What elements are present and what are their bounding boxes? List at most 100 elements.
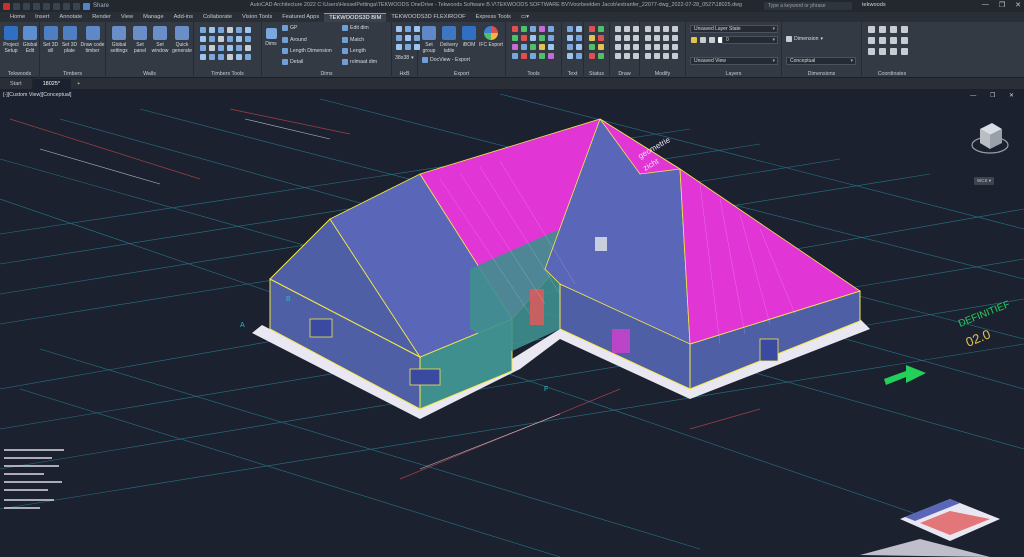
tool-icon[interactable] <box>633 26 639 32</box>
tool-icon[interactable] <box>209 27 215 33</box>
plot-icon[interactable] <box>53 2 60 10</box>
tab-add-ins[interactable]: Add-ins <box>169 13 198 22</box>
tool-icon[interactable] <box>236 54 242 60</box>
tool-icon[interactable] <box>521 53 527 59</box>
tab-home[interactable]: Home <box>5 13 30 22</box>
tool-icon[interactable] <box>624 35 630 41</box>
global-edit-button[interactable]: Global Edit <box>21 26 39 54</box>
tool-icon[interactable] <box>530 53 536 59</box>
lightbulb-icon[interactable] <box>691 37 697 43</box>
tool-icon[interactable] <box>598 44 604 50</box>
tool-icon[interactable] <box>548 35 554 41</box>
ucs-icon[interactable] <box>879 26 886 33</box>
tool-icon[interactable] <box>633 53 639 59</box>
tool-icon[interactable] <box>576 53 582 59</box>
set-3d-plate-button[interactable]: Set 3D plate <box>60 26 79 54</box>
tool-icon[interactable] <box>236 36 242 42</box>
tool-icon[interactable] <box>624 26 630 32</box>
viewport-window-controls[interactable]: — ❐ ✕ <box>970 92 1020 99</box>
tool-icon[interactable] <box>245 27 251 33</box>
tool-icon[interactable] <box>589 53 595 59</box>
tool-icon[interactable] <box>405 35 411 41</box>
tab-insert[interactable]: Insert <box>30 13 54 22</box>
tool-icon[interactable] <box>530 44 536 50</box>
open-icon[interactable] <box>23 2 30 10</box>
tool-icon[interactable] <box>576 26 582 32</box>
tool-icon[interactable] <box>663 53 669 59</box>
ucs-icon[interactable] <box>879 48 886 55</box>
tool-icon[interactable] <box>245 45 251 51</box>
tool-icon[interactable] <box>539 35 545 41</box>
doc-tab-start[interactable]: Start <box>0 79 33 89</box>
named-view-dropdown[interactable]: Unsaved View <box>690 57 778 65</box>
search-input[interactable]: Type a keyword or phrase <box>764 2 852 10</box>
tool-icon[interactable] <box>236 45 242 51</box>
tool-icon[interactable] <box>672 53 678 59</box>
undo-icon[interactable] <box>63 2 70 10</box>
tool-icon[interactable] <box>598 26 604 32</box>
tool-icon[interactable] <box>615 35 621 41</box>
tool-icon[interactable] <box>589 44 595 50</box>
dims-button[interactable]: Dims <box>263 28 279 47</box>
layer-state-dropdown[interactable]: Unsaved Layer State <box>690 25 778 33</box>
new-tab-button[interactable]: + <box>71 79 86 89</box>
global-settings-button[interactable]: Global settings <box>108 26 130 54</box>
tab-annotate[interactable]: Annotate <box>54 13 87 22</box>
match-button[interactable]: Match <box>342 37 364 43</box>
ucs-icon[interactable] <box>890 37 897 44</box>
lock-icon[interactable] <box>709 37 715 43</box>
tool-icon[interactable] <box>200 54 206 60</box>
tool-icon[interactable] <box>654 53 660 59</box>
tab-tekwoods3d-bim[interactable]: TEKWOODS3D BIM <box>324 13 387 22</box>
doc-tab-drawing[interactable]: 18025* <box>32 79 72 89</box>
tool-icon[interactable] <box>521 26 527 32</box>
tool-icon[interactable] <box>567 26 573 32</box>
tool-icon[interactable] <box>663 44 669 50</box>
tool-icon[interactable] <box>530 35 536 41</box>
share-icon[interactable] <box>83 2 90 10</box>
redo-icon[interactable] <box>73 2 80 10</box>
tool-icon[interactable] <box>615 53 621 59</box>
tab-express-tools[interactable]: Express Tools <box>471 13 516 22</box>
tool-icon[interactable] <box>512 44 518 50</box>
tool-icon[interactable] <box>218 36 224 42</box>
tool-icon[interactable] <box>512 53 518 59</box>
tool-icon[interactable] <box>589 26 595 32</box>
dimension-button[interactable]: Dimension ▾ <box>786 36 823 42</box>
maximize-button[interactable]: ❐ <box>999 1 1005 9</box>
tool-icon[interactable] <box>624 44 630 50</box>
tab-tekwoods3d-flexiroof[interactable]: TEKWOODS3D FLEXIROOF <box>386 13 470 22</box>
tab-featured-apps[interactable]: Featured Apps <box>277 13 324 22</box>
tool-icon[interactable] <box>396 26 402 32</box>
tool-icon[interactable] <box>548 53 554 59</box>
tool-icon[interactable] <box>539 26 545 32</box>
ucs-icon[interactable] <box>890 26 897 33</box>
tool-icon[interactable] <box>227 36 233 42</box>
ucs-icon[interactable] <box>868 26 875 33</box>
app-menu-icon[interactable] <box>3 2 10 10</box>
detail-button[interactable]: Detail <box>282 59 303 65</box>
rolmaat-dim-button[interactable]: rolmaat dim <box>342 59 377 65</box>
tool-icon[interactable] <box>663 35 669 41</box>
docview-export-button[interactable]: DocView - Export <box>422 57 470 63</box>
tool-icon[interactable] <box>548 26 554 32</box>
save-icon[interactable] <box>33 2 40 10</box>
tool-icon[interactable] <box>598 53 604 59</box>
tool-icon[interactable] <box>236 27 242 33</box>
tool-icon[interactable] <box>633 35 639 41</box>
tool-icon[interactable] <box>567 44 573 50</box>
ucs-icon[interactable] <box>901 26 908 33</box>
tool-icon[interactable] <box>209 45 215 51</box>
tool-icon[interactable] <box>539 53 545 59</box>
tool-icon[interactable] <box>209 54 215 60</box>
viewport-controls-label[interactable]: [-][Custom View][Conceptual] <box>3 92 72 98</box>
visual-style-dropdown[interactable]: Conceptual <box>786 57 856 65</box>
tool-icon[interactable] <box>654 44 660 50</box>
tool-icon[interactable] <box>405 26 411 32</box>
quick-generate-button[interactable]: Quick generate <box>171 26 193 54</box>
ucs-icon[interactable] <box>868 37 875 44</box>
set-group-button[interactable]: Set group <box>420 26 438 54</box>
ucs-icon[interactable] <box>901 48 908 55</box>
drawing-viewport[interactable]: geometrie zicht A B F DEFINITIEF 02.0 [-… <box>0 89 1024 557</box>
gp-button[interactable]: GP <box>282 25 298 31</box>
